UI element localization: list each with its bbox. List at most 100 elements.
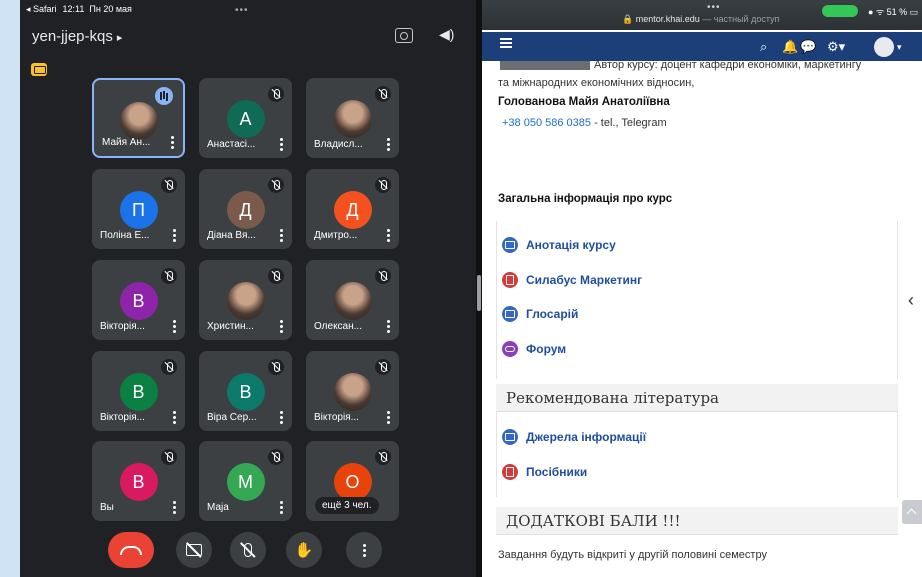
participant-tile[interactable]: Д Діана Вя... <box>199 169 292 249</box>
participant-menu-icon[interactable] <box>280 138 284 152</box>
participant-menu-icon[interactable] <box>173 411 177 425</box>
resource-sources[interactable]: Джерела інформації <box>502 429 646 445</box>
participant-name: Дмитро... <box>314 230 358 241</box>
participant-photo <box>333 373 372 411</box>
resource-manuals[interactable]: Посібники <box>502 464 587 480</box>
participant-tile[interactable]: Д Дмитро... <box>306 169 399 249</box>
participant-menu-icon[interactable] <box>173 501 177 515</box>
participant-name: Владисл... <box>314 139 363 150</box>
mic-off-button[interactable] <box>230 532 266 568</box>
section-bonus-title[interactable]: ДОДАТКОВІ БАЛИ !!! <box>496 507 898 535</box>
participant-name: Майя Ан... <box>102 137 151 148</box>
browser-pane: ••• 🔒 mentor.khai.edu — частный доступ ●… <box>482 0 922 577</box>
mic-muted-icon <box>375 268 391 284</box>
activity-label: Анотація курсу <box>526 238 616 252</box>
participant-tile[interactable]: В Вікторія... <box>92 260 185 340</box>
contact-phone: +38 050 586 0385 - tel., Telegram <box>502 117 667 129</box>
mic-muted-icon <box>161 268 177 284</box>
general-info-heading: Загальна інформація про курс <box>498 193 673 205</box>
mic-muted-icon <box>161 449 177 465</box>
split-handle[interactable] <box>477 275 481 311</box>
end-call-button[interactable] <box>108 532 154 568</box>
private-note: — частный доступ <box>702 14 780 24</box>
participant-tile[interactable]: П Поліна Е... <box>92 169 185 249</box>
chevron-left-icon[interactable]: ‹ <box>908 290 922 320</box>
participant-avatar: Д <box>333 191 372 229</box>
mic-muted-icon <box>375 177 391 193</box>
address-bar[interactable]: 🔒 mentor.khai.edu — частный доступ <box>622 14 779 25</box>
participant-tile[interactable]: В Віра Сер... <box>199 351 292 431</box>
mic-muted-icon <box>268 359 284 375</box>
more-participants-tile[interactable]: Оещё 3 чел. <box>306 441 399 521</box>
participant-tile[interactable]: Вікторія... <box>306 351 399 431</box>
search-icon[interactable]: ⌕ <box>760 39 767 55</box>
settings-icon[interactable]: ⚙▾ <box>827 39 845 55</box>
meeting-code: yen-jjep-kqs <box>32 28 113 45</box>
activity-forum[interactable]: Форум <box>502 341 566 357</box>
mic-muted-icon <box>268 268 284 284</box>
user-avatar[interactable] <box>874 37 894 57</box>
participant-tile[interactable]: Олексан... <box>306 260 399 340</box>
participant-name: Маја <box>207 502 229 513</box>
activity-label: Форум <box>526 342 567 356</box>
participant-name: Вікторія... <box>100 412 145 423</box>
chevron-down-icon[interactable]: ▾ <box>897 42 902 53</box>
multitask-dots-icon[interactable]: ••• <box>707 2 721 13</box>
meeting-code-button[interactable]: yen-jjep-kqs ▸ <box>32 28 122 45</box>
participant-menu-icon[interactable] <box>173 229 177 243</box>
participant-tile[interactable]: Владисл... <box>306 78 399 158</box>
participant-tile[interactable]: М Маја <box>199 441 292 521</box>
participant-photo <box>333 100 372 138</box>
participant-avatar: М <box>226 463 265 501</box>
participant-menu-icon[interactable] <box>173 320 177 334</box>
forum-icon <box>502 341 518 357</box>
notifications-icon[interactable]: 🔔 <box>782 39 798 55</box>
participant-menu-icon[interactable] <box>387 320 391 334</box>
participant-name: Вы <box>100 502 114 513</box>
mic-muted-icon <box>268 86 284 102</box>
switch-camera-icon[interactable] <box>395 28 413 43</box>
multitask-dots-icon[interactable]: ••• <box>235 5 249 16</box>
section-literature-title[interactable]: Рекомендована література <box>496 384 898 412</box>
activity-label: Силабус Маркетинг <box>526 273 643 287</box>
participant-name: Віра Сер... <box>207 412 257 423</box>
participant-name: Поліна Е... <box>100 230 150 241</box>
participant-tile[interactable]: А Анастасі... <box>199 78 292 158</box>
battery-level: 51 % <box>886 7 908 17</box>
activity-syllabus[interactable]: Силабус Маркетинг <box>502 272 642 288</box>
raise-hand-button[interactable]: ✋ <box>286 532 322 568</box>
participant-menu-icon[interactable] <box>387 411 391 425</box>
system-status: ● ᯤ 51 % ▭ <box>868 7 919 17</box>
participant-tile[interactable]: Майя Ан... <box>92 78 185 158</box>
more-options-button[interactable] <box>346 532 382 568</box>
participant-menu-icon[interactable] <box>387 138 391 152</box>
mic-muted-icon <box>161 177 177 193</box>
mic-muted-icon <box>268 177 284 193</box>
participant-tile[interactable]: В Вы <box>92 441 185 521</box>
activity-annotation[interactable]: Анотація курсу <box>502 237 616 253</box>
participant-name: Христин... <box>207 321 254 332</box>
phone-link[interactable]: +38 050 586 0385 <box>502 117 591 129</box>
participant-menu-icon[interactable] <box>280 320 284 334</box>
messages-icon[interactable]: 💬 <box>800 39 816 55</box>
participant-tile[interactable]: Христин... <box>199 260 292 340</box>
back-to-top-button[interactable] <box>902 500 922 524</box>
participant-menu-icon[interactable] <box>280 411 284 425</box>
participant-avatar: В <box>119 282 158 320</box>
chevron-right-icon: ▸ <box>116 32 123 44</box>
participant-tile[interactable]: В Вікторія... <box>92 351 185 431</box>
participant-menu-icon[interactable] <box>387 229 391 243</box>
captions-icon[interactable] <box>31 63 47 76</box>
back-to-app-link[interactable]: ◂ Safari <box>26 4 57 15</box>
activity-glossary[interactable]: Глосарій <box>502 306 578 322</box>
participant-photo <box>333 282 372 320</box>
mic-muted-icon <box>161 359 177 375</box>
camera-off-button[interactable] <box>176 532 212 568</box>
page-icon <box>502 306 518 322</box>
participant-menu-icon[interactable] <box>280 501 284 515</box>
participant-menu-icon[interactable] <box>171 136 175 150</box>
participant-menu-icon[interactable] <box>280 229 284 243</box>
author-line-2: та міжнародних економічних відносин, <box>498 77 695 89</box>
speaker-icon[interactable]: ◀) <box>439 26 454 43</box>
menu-icon[interactable] <box>500 42 512 44</box>
